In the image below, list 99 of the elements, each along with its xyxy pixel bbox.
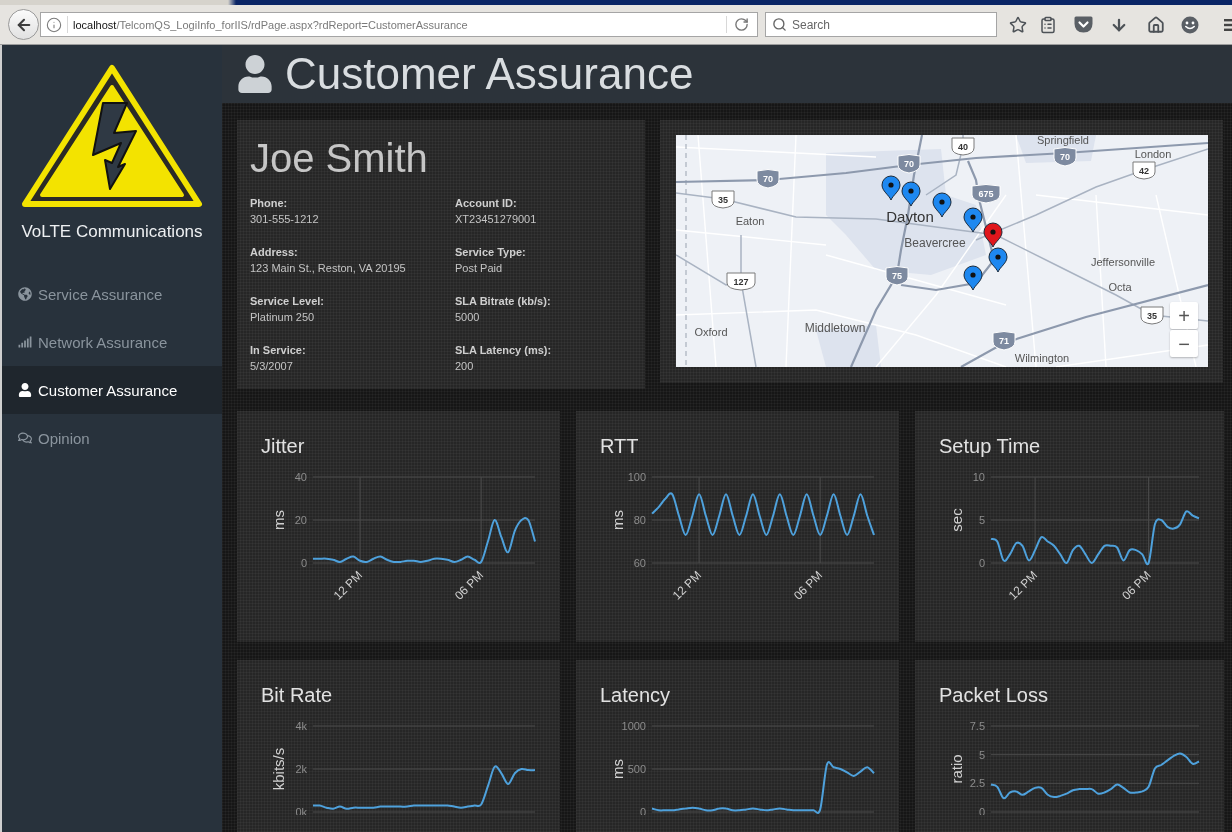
url-text: localhost/TelcomQS_LogiInfo_forIIS/rdPage.aspx?rdReport=CustomerAssurance [73,18,468,31]
page-title: Customer Assurance [285,49,694,99]
field-label: Phone: [250,196,288,210]
info-icon[interactable] [46,16,62,33]
highway-shield: 127 [726,272,756,291]
axis-title: ms [608,759,626,779]
field-value: Platinum 250 [250,310,315,324]
nav-item[interactable]: Network Assurance [2,318,222,366]
search-field[interactable]: Search [765,12,997,37]
axis-title: sec [947,508,965,532]
axis-tick-label: 1000 [621,720,646,732]
shield-chevron-icon[interactable] [1074,16,1093,33]
chart-title: Jitter [261,435,306,457]
highway-shield: 42 [1132,161,1156,180]
axis-tick-label: 2k [295,763,307,775]
field-value: XT23451279001 [455,212,537,226]
axis-tick-label: 80 [633,514,646,526]
axis-title: ratio [947,754,965,784]
axis-tick-label: 60 [633,557,646,569]
axis-tick-label: 06 PM [790,568,826,603]
axis-tick-label: 100 [627,471,646,483]
map-place-label: Middletown [804,321,866,335]
axis-tick-label: 06 PM [451,568,487,603]
highway-shield: 35 [711,190,735,209]
nav-item[interactable]: Customer Assurance [2,366,222,414]
axis-title: ms [269,510,287,530]
axis-tick-label: 12 PM [669,568,705,603]
map-place-label: Octa [1108,281,1132,293]
brand-name: VoLTE Communications [20,221,204,243]
speech-bubbles-icon [18,431,32,445]
map-place-label: London [1134,148,1172,160]
axis-tick-label: 4k [295,720,307,732]
nav-item[interactable]: Service Assurance [2,270,222,318]
axis-tick-label: 12 PM [330,568,366,603]
map-pin-icon[interactable] [963,207,983,233]
map-pin-icon[interactable] [881,175,901,201]
map-place-label: Jeffersonville [1091,256,1155,268]
map-pin-icon[interactable] [932,192,952,218]
field-label: SLA Bitrate (kb/s): [455,294,551,308]
axis-tick-label: 10 [972,471,985,483]
customer-name: Joe Smith [250,135,429,181]
map-place-label: Wilmington [1014,352,1070,364]
reload-icon[interactable] [734,17,749,32]
field-value: Post Paid [455,261,503,275]
map-pin-icon[interactable] [963,265,983,291]
axis-tick-label: 0 [300,557,307,569]
nav-item[interactable]: Opinion [2,414,222,462]
axis-tick-label: 7.5 [969,720,985,732]
field-value: 123 Main St., Reston, VA 20195 [250,261,406,275]
field-value: 5/3/2007 [250,359,293,373]
axis-tick-label: 12 PM [1005,568,1041,603]
chart-title: RTT [600,435,640,457]
zoom-in-button[interactable]: + [1170,302,1198,329]
field-label: In Service: [250,343,306,357]
field-value: 5000 [455,310,480,324]
highway-shield: 35 [1140,306,1164,325]
map-place-label: Eaton [735,215,765,227]
field-value: 200 [455,359,474,373]
map-place-label: Beavercree [904,236,966,250]
clipboard-list-icon[interactable] [1039,15,1057,34]
axis-tick-label: 20 [294,514,307,526]
axis-tick-label: 2.5 [969,777,985,790]
axis-title: ms [608,510,626,530]
axis-tick-label: 0 [978,557,985,569]
smiley-face-icon[interactable] [1181,15,1199,34]
highway-shield: 40 [951,137,975,156]
chart-title: Bit Rate [261,684,334,706]
address-bar[interactable]: localhost/TelcomQS_LogiInfo_forIIS/rdPage.aspx?rdReport=CustomerAssurance [40,12,758,37]
home-icon[interactable] [1147,15,1165,34]
signal-bars-icon [18,335,32,349]
field-label: Address: [250,245,298,259]
axis-tick-label: 5 [978,748,985,761]
field-label: Service Level: [250,294,324,308]
field-value: 301-555-1212 [250,212,319,226]
menu-icon[interactable] [1224,17,1232,32]
chart-title: Latency [600,684,672,706]
user-icon [236,55,274,93]
axis-tick-label: 5 [978,514,985,526]
chart-title: Packet Loss [939,684,1049,706]
chart-title: Setup Time [939,435,1042,457]
zoom-out-button[interactable]: − [1170,330,1198,357]
globe-icon [18,287,32,301]
map-pin-icon[interactable] [901,181,921,207]
axis-tick-label: 500 [627,763,646,775]
back-button[interactable] [8,9,39,40]
map-place-label: Springfield [1037,135,1089,146]
axis-tick-label: 06 PM [1119,568,1154,603]
map-pin-icon[interactable] [983,222,1003,248]
axis-title: kbits/s [269,747,287,791]
map-pin-icon[interactable] [988,247,1008,273]
map-place-label: Oxford [694,326,728,338]
star-icon[interactable] [1009,15,1027,34]
field-label: Service Type: [455,245,526,259]
search-icon [772,17,787,32]
map-place-label: Dayton [886,208,934,225]
axis-tick-label: 40 [294,471,307,483]
field-label: Account ID: [455,196,517,210]
field-label: SLA Latency (ms): [455,343,552,357]
user-icon [18,383,32,397]
